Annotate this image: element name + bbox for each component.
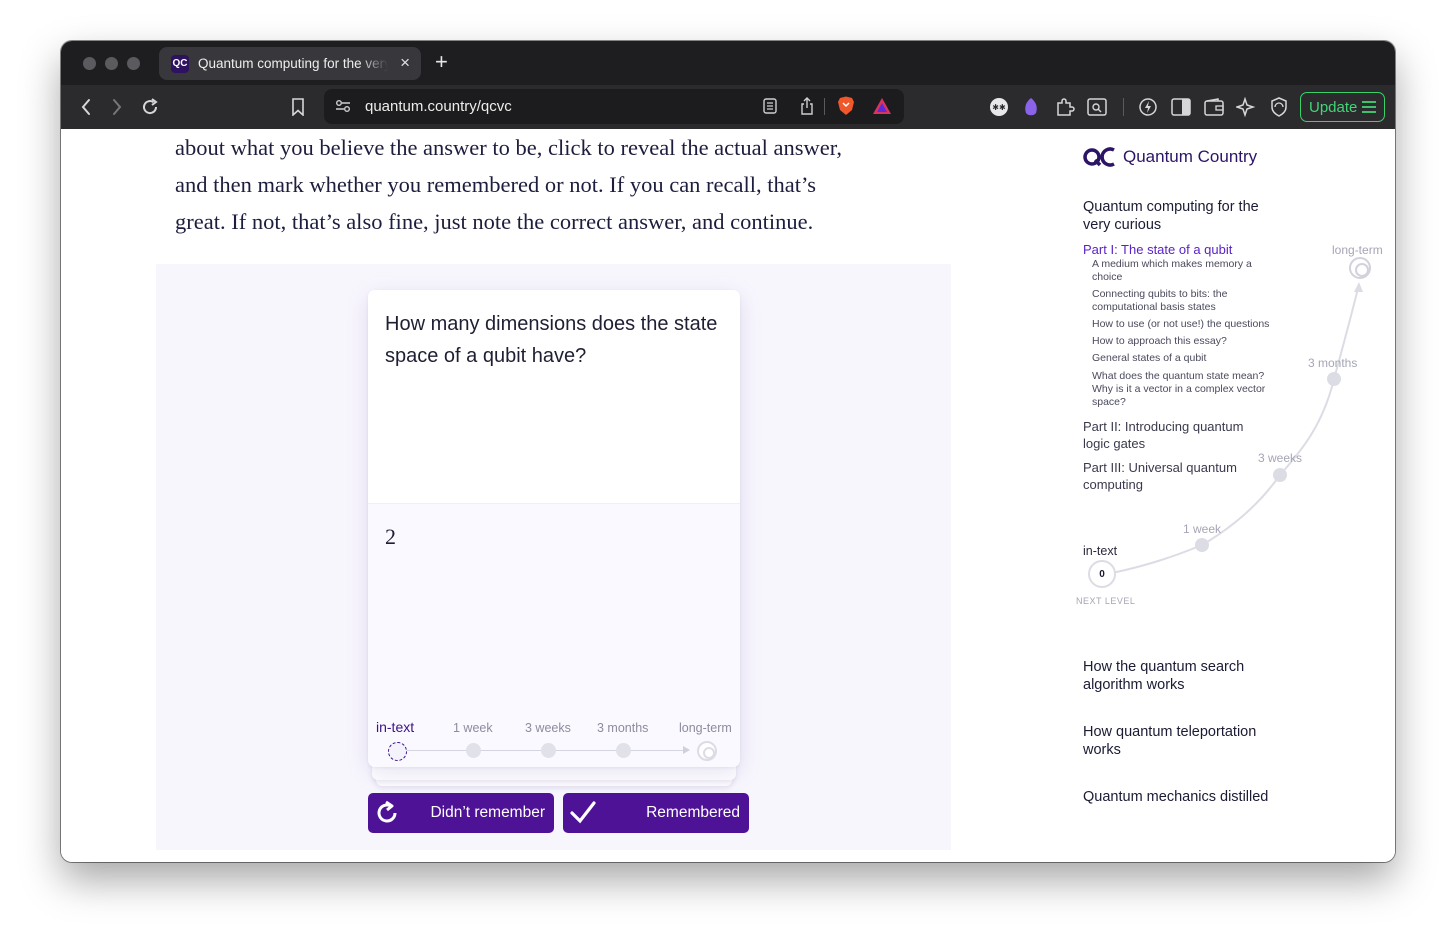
review-area: How many dimensions does the state space… [156,264,951,850]
level-label-in-text: in-text [376,719,415,735]
essay-link-teleportation[interactable]: How quantum teleportation works [1083,723,1283,759]
forward-icon[interactable] [106,96,128,118]
url-text: quantum.country/qcvc [365,98,512,115]
long-term-target-icon [697,741,717,761]
brave-rewards-icon[interactable] [871,95,893,117]
progress-label-in-text: in-text [1083,544,1118,558]
browser-window: QC Quantum computing for the very curiou… [61,41,1395,862]
didnt-remember-label: Didn’t remember [430,804,545,821]
page-content: about what you believe the answer to be,… [61,129,1395,862]
level-dot-current [388,742,407,761]
card-stack: How many dimensions does the state space… [368,290,740,786]
article-line: and then mark whether you remembered or … [175,172,817,197]
progress-count-badge: 0 [1088,560,1116,588]
flashcard[interactable]: How many dimensions does the state space… [368,290,740,767]
card-answer: 2 [385,524,396,549]
progress-dot [1327,372,1341,386]
update-button[interactable]: Update [1300,92,1385,122]
extensions-puzzle-icon[interactable] [1054,96,1076,118]
extension-vpn-icon[interactable]: ✱✱ [988,96,1010,118]
table-of-contents: Quantum Country Quantum computing for th… [1073,129,1383,862]
progress-label-1-week: 1 week [1183,522,1222,536]
svg-text:✱✱: ✱✱ [992,103,1006,112]
card-question: How many dimensions does the state space… [368,290,740,503]
close-window-button[interactable] [83,57,96,70]
sidebar-toggle-icon[interactable] [1170,96,1192,118]
level-dot [541,743,556,758]
remembered-button[interactable]: Remembered [563,793,749,833]
tab-close-icon[interactable]: × [400,54,410,72]
remembered-label: Remembered [646,804,740,821]
didnt-remember-button[interactable]: Didn’t remember [368,793,554,833]
card-level-timeline: in-text 1 week 3 weeks 3 months long-ter… [368,715,740,767]
tab-bar: QC Quantum computing for the very curiou… [61,41,1395,85]
reload-icon[interactable] [139,96,161,118]
level-dot [466,743,481,758]
article-line: great. If not, that’s also fine, just no… [175,209,814,234]
long-term-target-icon [1349,257,1371,279]
wallet-icon[interactable] [1203,96,1225,118]
level-dot [616,743,631,758]
level-label-3-months: 3 months [597,721,649,735]
progress-dot [1273,468,1287,482]
browser-tab[interactable]: QC Quantum computing for the very curiou… [159,47,421,80]
tab-title: Quantum computing for the very curious [198,56,388,71]
toolbar-divider [1123,98,1124,116]
search-page-icon[interactable] [1086,96,1108,118]
level-label-3-weeks: 3 weeks [525,721,571,735]
next-level-caption: NEXT LEVEL [1076,596,1136,606]
site-settings-icon[interactable] [332,95,354,117]
progress-label-long-term: long-term [1332,243,1383,257]
update-label: Update [1309,98,1358,116]
level-label-1-week: 1 week [453,721,493,735]
bookmark-icon[interactable] [287,96,309,118]
new-tab-button[interactable]: + [435,50,448,74]
article-line: about what you believe the answer to be,… [175,135,842,160]
share-icon[interactable] [796,95,818,117]
address-bar[interactable]: quantum.country/qcvc [324,89,904,124]
leo-ai-icon[interactable] [1235,96,1257,118]
essay-link-mechanics[interactable]: Quantum mechanics distilled [1083,788,1283,806]
reader-mode-icon[interactable] [759,95,781,117]
progress-label-3-weeks: 3 weeks [1258,451,1303,465]
extension-ai-icon[interactable] [1020,96,1042,118]
browser-toolbar: quantum.country/qcvc ✱✱ Update [61,85,1395,129]
maximize-window-button[interactable] [127,57,140,70]
window-controls [83,57,140,70]
vpn-shield-icon[interactable] [1268,96,1290,118]
check-icon [569,799,597,827]
back-icon[interactable] [75,96,97,118]
timeline-arrow-icon [683,746,690,754]
level-label-long-term: long-term [679,721,732,735]
essay-link-search[interactable]: How the quantum search algorithm works [1083,658,1283,694]
menu-icon [1362,101,1376,113]
site-favicon-icon: QC [171,54,189,73]
brave-shields-icon[interactable] [835,95,857,117]
progress-label-3-months: 3 months [1308,356,1358,370]
url-divider [824,98,825,115]
speedreader-icon[interactable] [1137,96,1159,118]
article-text: about what you believe the answer to be,… [175,129,945,240]
progress-dot [1195,538,1209,552]
minimize-window-button[interactable] [105,57,118,70]
retry-icon [374,799,402,827]
